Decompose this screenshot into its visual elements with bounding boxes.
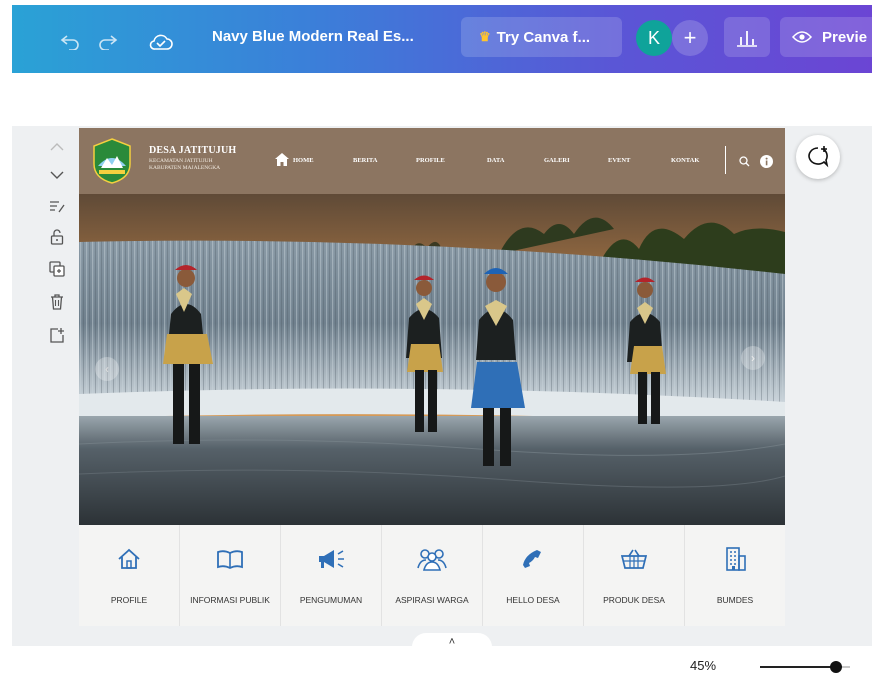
eye-icon xyxy=(792,31,812,43)
nav-galeri[interactable]: GALERI xyxy=(544,157,570,164)
redo-icon[interactable] xyxy=(96,30,120,54)
book-icon xyxy=(214,543,246,575)
add-collaborator-plus-icon[interactable]: + xyxy=(672,20,708,56)
menu-label: BUMDES xyxy=(716,595,754,605)
nav-event[interactable]: EVENT xyxy=(608,157,630,164)
nav-berita[interactable]: BERITA xyxy=(353,157,377,164)
site-brand-subtitle: KECAMATAN JATITUJUH KABUPATEN MAJALENGKA xyxy=(149,158,221,171)
menu-label: ASPIRASI WARGA xyxy=(395,595,469,605)
try-canva-label: Try Canva f... xyxy=(496,28,591,46)
slider-next-button[interactable]: › xyxy=(741,346,765,370)
users-icon xyxy=(416,543,448,575)
menu-item-produk-desa[interactable]: PRODUK DESA xyxy=(584,525,685,626)
chevron-down-icon[interactable] xyxy=(40,163,74,187)
lock-icon[interactable] xyxy=(40,225,74,249)
add-comment-button[interactable] xyxy=(796,135,840,179)
home-nav-icon[interactable] xyxy=(275,153,289,166)
try-canva-pro-button[interactable]: ♛ Try Canva f... xyxy=(461,17,622,57)
menu-label: PENGUMUMAN xyxy=(299,595,363,605)
nav-profile[interactable]: PROFILE xyxy=(416,157,445,164)
zoom-percentage[interactable]: 45% xyxy=(690,658,716,673)
crown-icon: ♛ xyxy=(479,29,491,44)
info-icon[interactable] xyxy=(760,155,773,168)
site-header: DESA JATITUJUH KECAMATAN JATITUJUH KABUP… xyxy=(79,128,785,194)
chevron-up-icon[interactable] xyxy=(40,135,74,159)
user-avatar[interactable]: K xyxy=(636,20,672,56)
menu-label: PROFILE xyxy=(110,595,148,605)
nav-data[interactable]: DATA xyxy=(487,157,504,164)
trash-icon[interactable] xyxy=(40,290,74,314)
zoom-slider[interactable] xyxy=(760,661,850,673)
undo-icon[interactable] xyxy=(58,30,82,54)
menu-label: PRODUK DESA xyxy=(603,595,665,605)
insights-button[interactable] xyxy=(724,17,770,57)
preview-button[interactable]: Previe xyxy=(780,17,872,57)
menu-item-aspirasi-warga[interactable]: ASPIRASI WARGA xyxy=(382,525,483,626)
show-pages-chevron-up-icon[interactable]: ˄ xyxy=(412,633,492,651)
duplicate-page-icon[interactable] xyxy=(40,257,74,281)
bar-chart-icon xyxy=(737,31,757,47)
cloud-saved-icon[interactable] xyxy=(148,29,174,55)
basket-icon xyxy=(618,543,650,575)
nav-home[interactable]: HOME xyxy=(293,157,314,164)
menu-item-hello-desa[interactable]: HELLO DESA xyxy=(483,525,584,626)
service-menu: PROFILE INFORMASI PUBLIK PENGUMUMAN ASPI… xyxy=(79,525,785,626)
slider-prev-button[interactable]: ‹ xyxy=(95,357,119,381)
notes-icon[interactable] xyxy=(40,195,74,219)
nav-kontak[interactable]: KONTAK xyxy=(671,157,699,164)
add-page-icon[interactable] xyxy=(40,323,74,347)
preview-label: Previe xyxy=(822,28,868,46)
menu-label: INFORMASI PUBLIK xyxy=(190,595,270,605)
menu-item-profile[interactable]: PROFILE xyxy=(79,525,180,626)
document-title[interactable]: Navy Blue Modern Real Es... xyxy=(212,28,414,45)
megaphone-icon xyxy=(315,543,347,575)
menu-item-informasi-publik[interactable]: INFORMASI PUBLIK xyxy=(180,525,281,626)
waterfall-dancers-photo xyxy=(79,194,785,525)
zoom-slider-fill xyxy=(760,666,837,668)
phone-icon xyxy=(517,543,549,575)
site-brand-name: DESA JATITUJUH xyxy=(149,145,237,156)
village-logo-icon xyxy=(93,138,131,184)
menu-item-pengumuman[interactable]: PENGUMUMAN xyxy=(281,525,382,626)
search-icon[interactable] xyxy=(739,156,750,167)
nav-divider xyxy=(725,146,726,174)
home-outline-icon xyxy=(113,543,145,575)
comment-plus-icon xyxy=(808,146,829,168)
design-page[interactable]: DESA JATITUJUH KECAMATAN JATITUJUH KABUP… xyxy=(79,128,785,626)
zoom-slider-handle[interactable] xyxy=(830,661,843,673)
menu-item-bumdes[interactable]: BUMDES xyxy=(685,525,785,626)
menu-label: HELLO DESA xyxy=(506,595,560,605)
building-icon xyxy=(719,543,751,575)
hero-image: ‹ › xyxy=(79,194,785,525)
